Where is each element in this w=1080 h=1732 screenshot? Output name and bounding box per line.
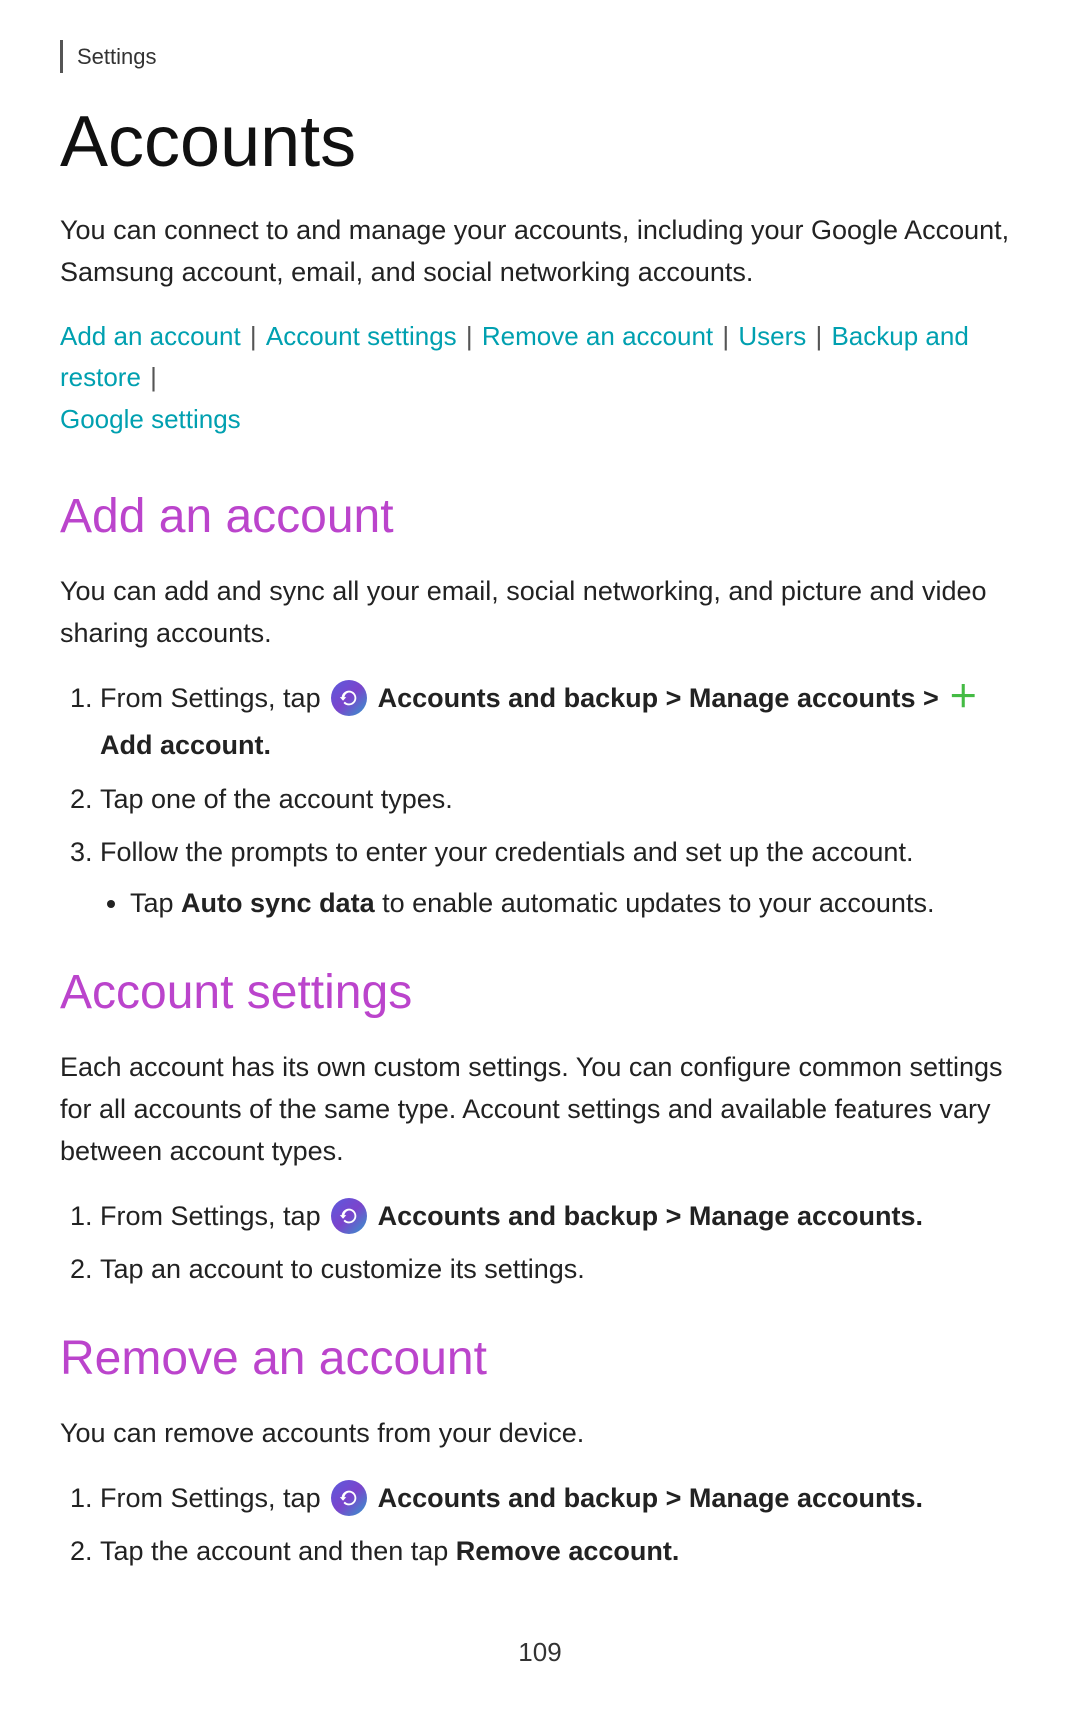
section-title-add-account: Add an account [60,481,1020,553]
nav-link-users[interactable]: Users [738,321,806,351]
nav-link-remove-account[interactable]: Remove an account [482,321,713,351]
step-1-add-account: From Settings, tap Accounts and backup >… [100,676,1020,767]
nav-links: Add an account | Account settings | Remo… [60,316,1020,441]
steps-list-account-settings: From Settings, tap Accounts and backup >… [100,1195,1020,1291]
accounts-backup-icon-3 [331,1480,367,1516]
step-2-add-account: Tap one of the account types. [100,778,1020,821]
steps-list-remove-account: From Settings, tap Accounts and backup >… [100,1477,1020,1573]
section-desc-account-settings: Each account has its own custom settings… [60,1047,1020,1173]
plus-icon: ＋ [948,674,978,722]
nav-link-add-account[interactable]: Add an account [60,321,241,351]
accounts-backup-icon [331,680,367,716]
section-account-settings: Account settings Each account has its ow… [60,957,1020,1291]
section-desc-add-account: You can add and sync all your email, soc… [60,571,1020,655]
sub-step-auto-sync: Tap Auto sync data to enable automatic u… [130,882,1020,925]
section-title-remove-account: Remove an account [60,1323,1020,1395]
nav-link-account-settings[interactable]: Account settings [266,321,457,351]
section-desc-remove-account: You can remove accounts from your device… [60,1413,1020,1455]
intro-text: You can connect to and manage your accou… [60,210,1020,294]
section-add-account: Add an account You can add and sync all … [60,481,1020,925]
accounts-backup-icon-2 [331,1198,367,1234]
section-remove-account: Remove an account You can remove account… [60,1323,1020,1573]
sub-bullet-auto-sync: Tap Auto sync data to enable automatic u… [130,882,1020,925]
settings-breadcrumb: Settings [60,40,1020,73]
steps-list-add-account: From Settings, tap Accounts and backup >… [100,676,1020,925]
step-1-account-settings: From Settings, tap Accounts and backup >… [100,1195,1020,1238]
step-2-remove-account: Tap the account and then tap Remove acco… [100,1530,1020,1573]
page-title: Accounts [60,103,1020,182]
step-1-remove-account: From Settings, tap Accounts and backup >… [100,1477,1020,1520]
nav-link-google-settings[interactable]: Google settings [60,404,241,434]
step-2-account-settings: Tap an account to customize its settings… [100,1248,1020,1291]
page-number: 109 [60,1633,1020,1672]
step-3-add-account: Follow the prompts to enter your credent… [100,831,1020,925]
section-title-account-settings: Account settings [60,957,1020,1029]
